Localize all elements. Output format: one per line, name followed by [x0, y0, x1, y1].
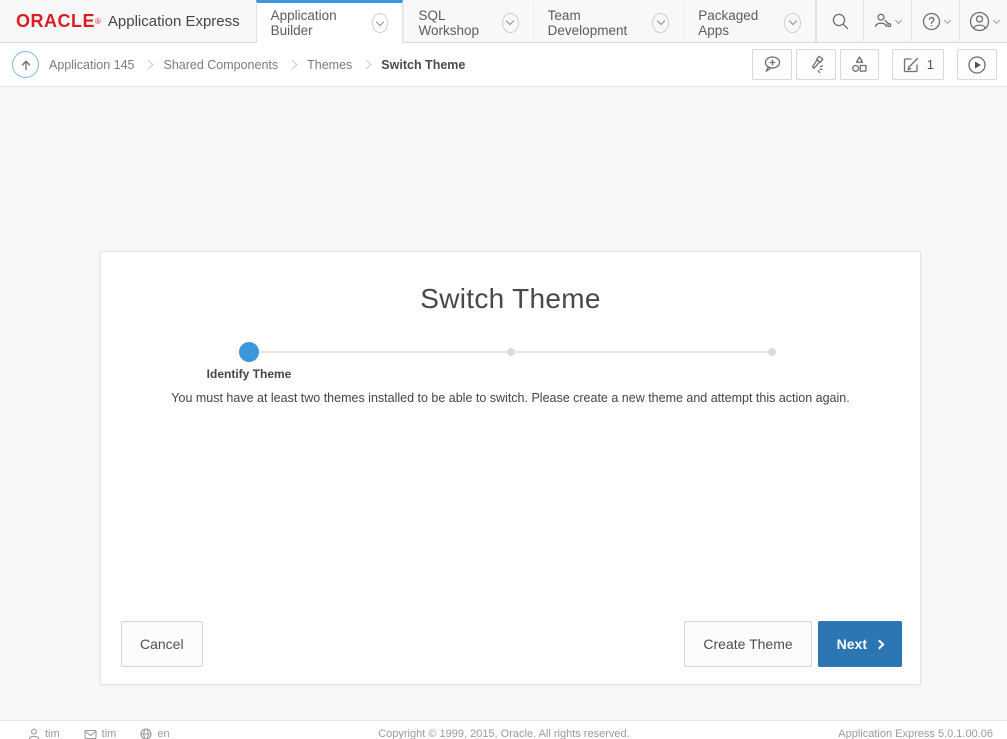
tab-label: Team Development: [548, 8, 644, 38]
main-tabs: Application Builder SQL Workshop Team De…: [256, 0, 815, 42]
breadcrumb-shared-components[interactable]: Shared Components: [163, 58, 278, 72]
user-icon: [28, 728, 40, 739]
product-name: Application Express: [108, 13, 240, 30]
help-menu-button[interactable]: [911, 0, 959, 42]
tab-label: Application Builder: [271, 8, 363, 38]
footer-version: Application Express 5.0.1.00.06: [838, 728, 993, 739]
run-page-button[interactable]: [957, 49, 997, 80]
breadcrumb-switch-theme: Switch Theme: [381, 58, 465, 72]
step-dot-current: [239, 342, 259, 362]
wizard-message: You must have at least two themes instal…: [101, 391, 920, 405]
globe-icon: [140, 728, 152, 739]
chevron-down-icon[interactable]: [372, 13, 389, 33]
footer-copyright: Copyright © 1999, 2015, Oracle. All righ…: [170, 728, 839, 739]
footer-user: tim: [28, 728, 60, 739]
account-menu-button[interactable]: [959, 0, 1007, 42]
current-step-label: Identify Theme: [207, 367, 292, 381]
up-level-button[interactable]: [12, 51, 39, 78]
step-dot-pending: [507, 348, 515, 356]
breadcrumb-bar: Application 145 Shared Components Themes…: [0, 43, 1007, 87]
chevron-down-icon: [992, 16, 999, 23]
run-icon: [967, 55, 987, 75]
footer-user-info: tim tim en: [28, 728, 170, 739]
feedback-icon: [762, 55, 782, 74]
footer-email-text: tim: [102, 728, 117, 739]
shared-components-button[interactable]: [840, 49, 879, 80]
chevron-down-icon[interactable]: [784, 13, 801, 33]
breadcrumb-application[interactable]: Application 145: [49, 58, 134, 72]
help-icon: [922, 12, 941, 31]
breadcrumb-separator-icon: [362, 60, 372, 70]
footer-username-text: tim: [45, 728, 60, 739]
next-button-label: Next: [837, 636, 867, 652]
tab-label: SQL Workshop: [418, 8, 492, 38]
edit-page-button[interactable]: 1: [892, 49, 944, 80]
theme-roller-button[interactable]: [796, 49, 836, 80]
tab-label: Packaged Apps: [698, 8, 775, 38]
envelope-icon: [84, 729, 97, 739]
edit-page-number: 1: [927, 57, 934, 72]
step-dot-pending: [768, 348, 776, 356]
tab-application-builder[interactable]: Application Builder: [256, 0, 404, 43]
tab-packaged-apps[interactable]: Packaged Apps: [683, 0, 815, 42]
search-icon: [831, 12, 850, 31]
oracle-logo-text: ORACLE: [16, 11, 95, 32]
top-navigation-bar: ORACLE® Application Express Application …: [0, 0, 1007, 43]
page-content: Switch Theme Identify Theme You must hav…: [0, 88, 1007, 720]
search-button[interactable]: [815, 0, 863, 42]
registered-mark: ®: [95, 17, 101, 26]
chevron-down-icon: [943, 16, 950, 23]
page-title: Switch Theme: [101, 283, 920, 315]
account-icon: [969, 11, 990, 32]
wizard-progress-train: Identify Theme: [249, 342, 772, 362]
arrow-up-icon: [19, 58, 33, 72]
chevron-down-icon[interactable]: [652, 13, 669, 33]
footer-email: tim: [84, 728, 117, 739]
breadcrumb: Application 145 Shared Components Themes…: [49, 58, 465, 72]
page-toolbar: 1: [748, 49, 997, 80]
breadcrumb-themes[interactable]: Themes: [307, 58, 352, 72]
chevron-down-icon[interactable]: [502, 13, 519, 33]
chevron-down-icon: [895, 16, 902, 23]
tab-sql-workshop[interactable]: SQL Workshop: [403, 0, 532, 42]
cancel-button[interactable]: Cancel: [121, 621, 203, 667]
breadcrumb-separator-icon: [288, 60, 298, 70]
flashlight-icon: [806, 55, 826, 74]
administration-menu-button[interactable]: [863, 0, 911, 42]
admin-icon: [874, 12, 892, 30]
tab-team-development[interactable]: Team Development: [533, 0, 684, 42]
chevron-right-icon: [875, 639, 885, 649]
create-theme-button[interactable]: Create Theme: [684, 621, 811, 667]
shared-components-icon: [850, 55, 869, 74]
feedback-button[interactable]: [752, 49, 792, 80]
footer-language-text: en: [157, 728, 169, 739]
page-footer: tim tim en Copyright © 1999, 2015, Oracl…: [0, 720, 1007, 739]
edit-page-icon: [902, 56, 920, 74]
footer-language: en: [140, 728, 169, 739]
wizard-button-bar: Cancel Create Theme Next: [121, 621, 902, 667]
topnav-icon-group: [815, 0, 1007, 42]
oracle-apex-logo: ORACLE® Application Express: [0, 0, 256, 42]
breadcrumb-separator-icon: [144, 60, 154, 70]
next-button[interactable]: Next: [818, 621, 902, 667]
switch-theme-wizard-card: Switch Theme Identify Theme You must hav…: [100, 251, 921, 685]
